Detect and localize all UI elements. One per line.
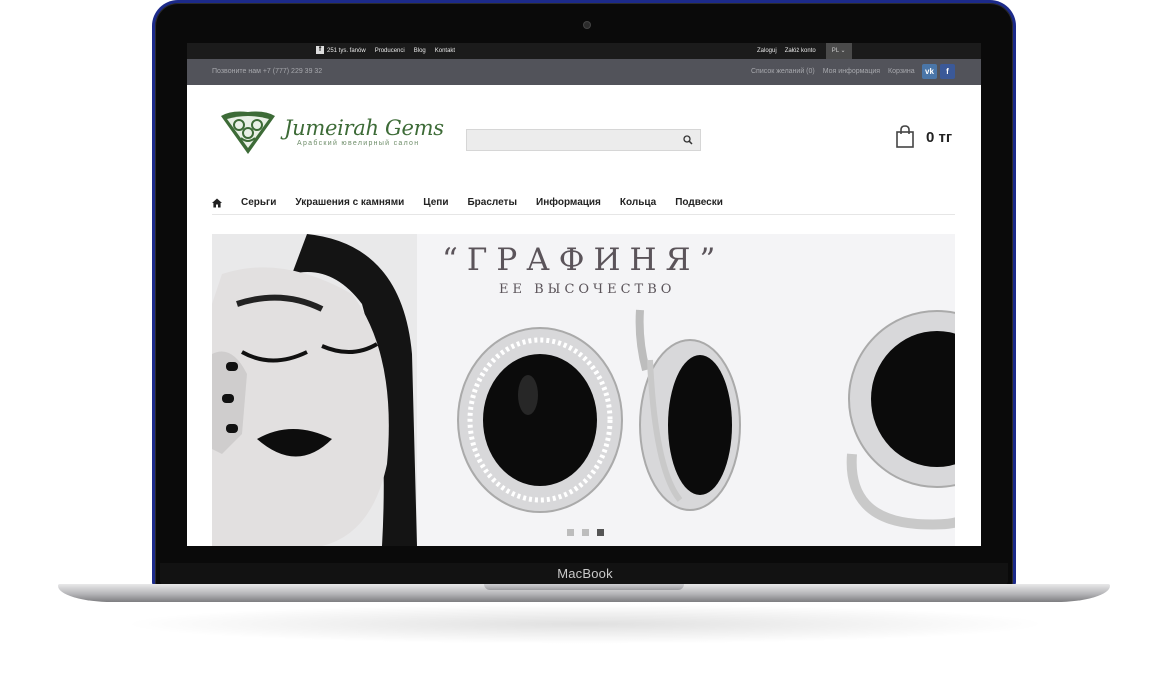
website-screen: f 251 tys. fanów Producenci Blog Kontakt … (187, 43, 981, 546)
facebook-icon: f (316, 46, 324, 55)
slider-dots (567, 529, 604, 536)
top-link-producenci[interactable]: Producenci (375, 43, 405, 59)
main-navigation: Серьги Украшения с камнями Цепи Браслеты… (212, 191, 955, 215)
search-icon[interactable] (683, 135, 693, 145)
laptop-mockup: MacBook f 251 tys. fanów Producenci Blog … (0, 0, 1170, 700)
register-link[interactable]: Załóż konto (785, 43, 816, 59)
nav-item-earrings[interactable]: Серьги (241, 197, 276, 208)
ring-image (846, 310, 955, 530)
nav-item-bracelets[interactable]: Браслеты (467, 197, 517, 208)
model-portrait-image (212, 234, 417, 546)
language-label: PL (831, 48, 839, 54)
chevron-down-icon: ⌄ (840, 48, 846, 54)
slider-dot[interactable] (567, 529, 574, 536)
login-link[interactable]: Zaloguj (757, 43, 777, 59)
banner-subline: ЕЕ ВЫСОЧЕСТВО (499, 282, 676, 297)
cart-link[interactable]: Корзина (888, 59, 915, 85)
logo-title: Jumeirah Gems (284, 116, 444, 140)
slider-dot-active[interactable] (597, 529, 604, 536)
wishlist-link[interactable]: Список желаний (0) (751, 59, 815, 85)
banner-headline: “ГРАФИНЯ” (442, 242, 725, 278)
contact-phone: Позвоните нам +7 (777) 229 39 32 (212, 68, 323, 75)
hero-banner[interactable]: “ГРАФИНЯ” ЕЕ ВЫСОЧЕСТВО (212, 234, 955, 546)
logo-emblem-icon (221, 111, 275, 154)
webcam (584, 22, 590, 28)
earrings-image (457, 309, 741, 513)
nav-item-pendants[interactable]: Подвески (675, 197, 723, 208)
my-account-link[interactable]: Моя информация (823, 59, 880, 85)
search-box (466, 129, 701, 151)
cart-button[interactable]: 0 тг (895, 125, 965, 151)
cart-total: 0 тг (926, 129, 953, 146)
fans-count: 251 tys. fanów (327, 48, 366, 54)
laptop-shadow (120, 604, 1050, 644)
language-selector[interactable]: PL ⌄ (825, 43, 852, 59)
slider-dot[interactable] (582, 529, 589, 536)
laptop-notch (484, 584, 684, 590)
search-input[interactable] (467, 130, 672, 151)
site-logo[interactable]: Jumeirah Gems Арабский ювелирный салон (217, 108, 444, 156)
facebook-social-icon[interactable]: f (940, 64, 955, 79)
top-link-kontakt[interactable]: Kontakt (435, 43, 455, 59)
nav-item-information[interactable]: Информация (536, 197, 601, 208)
info-bar: Позвоните нам +7 (777) 229 39 32 Список … (187, 59, 981, 85)
device-brand: MacBook (557, 566, 613, 581)
logo-subtitle: Арабский ювелирный салон (297, 140, 420, 147)
nav-item-chains[interactable]: Цепи (423, 197, 448, 208)
nav-item-stone-jewelry[interactable]: Украшения с камнями (295, 197, 404, 208)
top-link-blog[interactable]: Blog (414, 43, 426, 59)
vk-icon[interactable]: vk (922, 64, 937, 79)
shopping-bag-icon (896, 125, 914, 148)
nav-item-rings[interactable]: Кольца (620, 197, 656, 208)
facebook-fans-link[interactable]: f 251 tys. fanów (316, 43, 366, 59)
home-icon[interactable] (212, 198, 222, 208)
top-bar: f 251 tys. fanów Producenci Blog Kontakt … (187, 43, 981, 59)
